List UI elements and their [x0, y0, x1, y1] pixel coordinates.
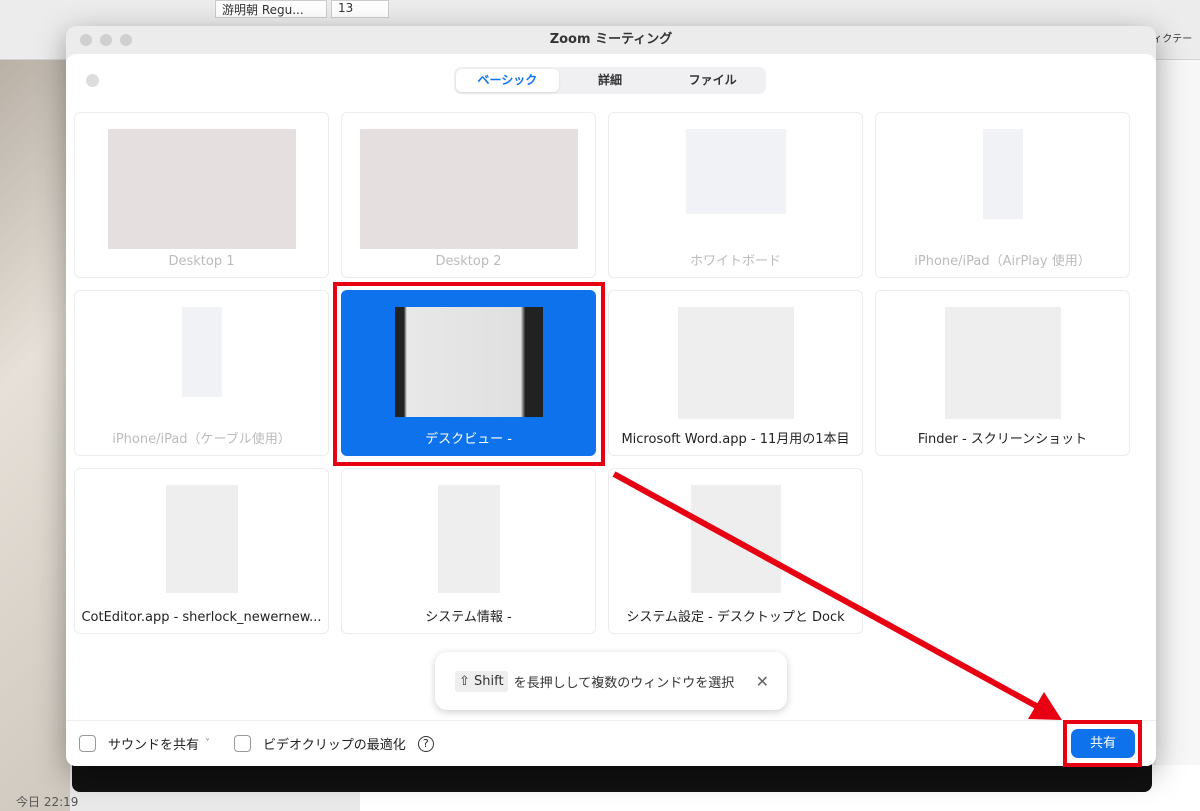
annotation-arrow [612, 471, 1062, 720]
